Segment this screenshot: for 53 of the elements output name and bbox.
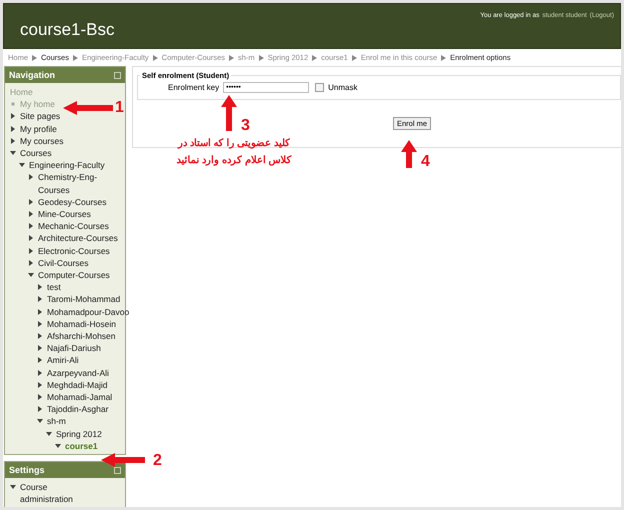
nav-item[interactable]: Tajoddin-Asghar xyxy=(47,403,108,416)
nav-item[interactable]: course1 xyxy=(65,440,98,452)
nav-item[interactable]: Mechanic-Courses xyxy=(38,220,109,232)
block-title: Navigation xyxy=(9,70,56,80)
nav-item[interactable]: Afsharchi-Mohsen xyxy=(47,330,116,342)
nav-item[interactable]: Architecture-Courses xyxy=(38,232,118,245)
nav-item[interactable]: Taromi-Mohammad xyxy=(47,293,120,306)
nav-item[interactable]: Meghdadi-Majid xyxy=(47,378,108,392)
separator-icon xyxy=(72,54,78,60)
nav-item[interactable]: Geodesy-Courses xyxy=(38,196,107,208)
separator-icon xyxy=(229,54,234,60)
site-title: course1-Bsc xyxy=(20,20,114,40)
nav-item[interactable]: Electronic-Courses xyxy=(38,244,110,257)
arrow-icon xyxy=(101,453,145,467)
nav-item[interactable]: My courses xyxy=(20,134,64,148)
nav-item[interactable]: Chemistry-Eng-Courses xyxy=(38,171,98,196)
arrow-icon xyxy=(401,140,417,168)
nav-item[interactable]: Najafi-Dariush xyxy=(47,342,101,354)
nav-item[interactable]: Computer-Courses xyxy=(38,269,110,282)
arrow-icon xyxy=(221,95,237,131)
nav-item[interactable]: Mohamadi-Jamal xyxy=(47,391,112,404)
hide-icon[interactable] xyxy=(114,72,121,78)
step-number: 3 xyxy=(241,117,250,135)
nav-item[interactable]: Amiri-Ali xyxy=(47,354,79,367)
field-label: Enrolment key xyxy=(168,83,220,92)
nav-item[interactable]: Engineering-Faculty xyxy=(29,159,105,172)
separator-icon xyxy=(32,54,38,60)
step-number: 2 xyxy=(153,452,162,470)
separator-icon xyxy=(312,54,318,60)
nav-item[interactable]: Course administration xyxy=(20,481,80,506)
separator-icon xyxy=(352,54,357,60)
nav-item[interactable]: test xyxy=(47,281,61,294)
separator-icon xyxy=(258,54,264,60)
separator-icon xyxy=(441,54,446,60)
hide-icon[interactable] xyxy=(114,466,121,474)
step-number: 4 xyxy=(421,153,430,171)
step-number: 1 xyxy=(115,99,124,117)
nav-item[interactable]: Mohamadi-Hosein xyxy=(47,318,116,330)
nav-item[interactable]: Mohamadpour-Davoo xyxy=(47,306,127,318)
nav-item[interactable]: Civil-Courses xyxy=(38,256,89,270)
nav-item[interactable]: sh-m xyxy=(47,415,66,428)
nav-item[interactable]: Azarpeyvand-Ali xyxy=(47,366,109,379)
nav-item[interactable]: My profile xyxy=(20,122,57,135)
nav-item[interactable]: Spring 2012 xyxy=(56,428,102,440)
checkbox-label: Unmask xyxy=(328,83,358,92)
unmask-checkbox[interactable] xyxy=(315,83,324,92)
block-title: Settings xyxy=(9,465,45,476)
arrow-icon xyxy=(63,101,113,115)
nav-item[interactable]: Site pages xyxy=(20,110,60,123)
nav-item[interactable]: Mine-Courses xyxy=(38,208,91,220)
separator-icon xyxy=(152,54,158,60)
instruction-note: کلید عضویتی را که استاد در کلاس اعلام کرده وارد نمائید xyxy=(175,137,293,168)
nav-item[interactable]: Courses xyxy=(20,147,52,160)
